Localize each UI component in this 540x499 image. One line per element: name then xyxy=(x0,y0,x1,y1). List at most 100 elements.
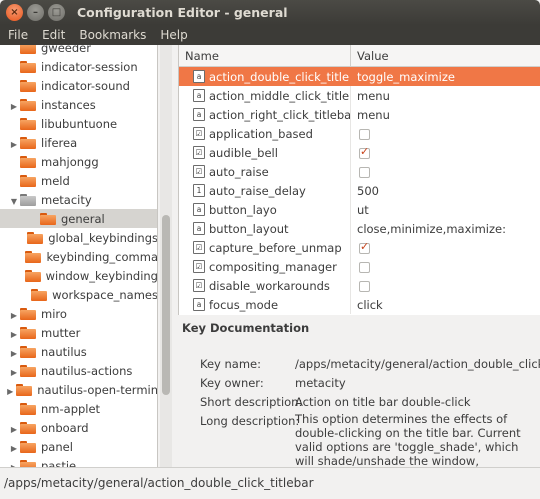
key-row[interactable]: ☑ application_based xyxy=(179,124,540,143)
key-name-text: auto_raise xyxy=(209,164,269,179)
tree-item[interactable]: ▼ metacity xyxy=(0,190,157,209)
key-row[interactable]: a focus_mode click xyxy=(179,295,540,314)
menu-bookmarks[interactable]: Bookmarks xyxy=(79,28,146,42)
tree-item[interactable]: indicator-sound xyxy=(0,76,157,95)
key-row[interactable]: a action_right_click_titlebar menu xyxy=(179,105,540,124)
tree-item[interactable]: ▶ onboard xyxy=(0,418,157,437)
tree-item[interactable]: global_keybindings xyxy=(0,228,157,247)
key-row[interactable]: a button_layout close,minimize,maximize: xyxy=(179,219,540,238)
tree-item[interactable]: window_keybinding xyxy=(0,266,157,285)
key-name-text: application_based xyxy=(209,126,313,141)
window-titlebar: × – □ Configuration Editor - general xyxy=(0,0,540,25)
tree-item[interactable]: meld xyxy=(0,171,157,190)
tree-item-label: meld xyxy=(41,173,70,188)
checkbox-unchecked[interactable] xyxy=(359,280,370,292)
checkbox-unchecked[interactable] xyxy=(359,166,370,178)
tree-item-label: nm-applet xyxy=(41,401,101,416)
expander-collapsed-icon[interactable]: ▶ xyxy=(8,140,20,149)
string-type-icon: a xyxy=(193,222,205,235)
tree-item[interactable]: indicator-session xyxy=(0,57,157,76)
tree-item[interactable]: ▶ nautilus xyxy=(0,342,157,361)
long-description-label: Long description: xyxy=(200,414,300,428)
key-value-cell[interactable]: menu xyxy=(351,89,390,103)
key-value-cell[interactable] xyxy=(351,127,370,141)
key-name-text: compositing_manager xyxy=(209,259,337,274)
tree-item[interactable]: ▶ pastie xyxy=(0,456,157,468)
expander-collapsed-icon[interactable]: ▶ xyxy=(4,387,16,396)
menu-file[interactable]: File xyxy=(8,28,28,42)
key-row[interactable]: ☑ auto_raise xyxy=(179,162,540,181)
key-value-cell[interactable]: 500 xyxy=(351,184,379,198)
key-value-cell[interactable]: menu xyxy=(351,108,390,122)
expander-collapsed-icon[interactable]: ▶ xyxy=(8,102,20,111)
window-maximize-button[interactable]: □ xyxy=(48,4,65,21)
expander-expanded-icon[interactable]: ▼ xyxy=(8,197,20,206)
expander-collapsed-icon[interactable]: ▶ xyxy=(8,444,20,453)
menu-edit[interactable]: Edit xyxy=(42,28,65,42)
minimize-icon: – xyxy=(33,7,38,18)
key-value-cell[interactable] xyxy=(351,279,370,293)
window-minimize-button[interactable]: – xyxy=(27,4,44,21)
key-row[interactable]: a action_middle_click_titlebarmenu xyxy=(179,86,540,105)
string-type-icon: a xyxy=(193,70,205,83)
tree-item[interactable]: ▶ mutter xyxy=(0,323,157,342)
key-value-cell[interactable]: click xyxy=(351,298,383,312)
key-value-cell[interactable]: toggle_maximize xyxy=(351,70,455,84)
tree-item[interactable]: libubuntuone xyxy=(0,114,157,133)
key-value-cell[interactable] xyxy=(351,260,370,274)
tree-item-label: mahjongg xyxy=(41,154,99,169)
folder-icon xyxy=(20,98,36,111)
tree-item[interactable]: mahjongg xyxy=(0,152,157,171)
checkbox-unchecked[interactable] xyxy=(359,261,370,273)
expander-collapsed-icon[interactable]: ▶ xyxy=(8,368,20,377)
tree-item[interactable]: ▶ panel xyxy=(0,437,157,456)
key-row[interactable]: 1 auto_raise_delay 500 xyxy=(179,181,540,200)
tree-item[interactable]: ▶ liferea xyxy=(0,133,157,152)
tree-item[interactable]: ▶ nautilus-actions xyxy=(0,361,157,380)
key-name-text: auto_raise_delay xyxy=(209,183,306,198)
integer-type-icon: 1 xyxy=(193,184,205,197)
folder-icon xyxy=(20,193,36,206)
expander-collapsed-icon[interactable]: ▶ xyxy=(8,349,20,358)
tree-item[interactable]: nm-applet xyxy=(0,399,157,418)
key-documentation-title: Key Documentation xyxy=(182,321,310,335)
key-list[interactable]: Name Value a action_double_click_titlebar… xyxy=(178,45,540,315)
key-row[interactable]: ☑ compositing_manager xyxy=(179,257,540,276)
key-row[interactable]: a button_layo ut xyxy=(179,200,540,219)
tree-item[interactable]: keybinding_comma xyxy=(0,247,157,266)
tree-item[interactable]: ▶ instances xyxy=(0,95,157,114)
tree-item-label: general xyxy=(61,211,105,226)
expander-collapsed-icon[interactable]: ▶ xyxy=(8,311,20,320)
column-header-value[interactable]: Value xyxy=(351,49,389,63)
expander-collapsed-icon[interactable]: ▶ xyxy=(8,425,20,434)
tree-item[interactable]: workspace_names xyxy=(0,285,157,304)
tree-item[interactable]: ▶ miro xyxy=(0,304,157,323)
tree-item-label: libubuntuone xyxy=(41,116,118,131)
boolean-type-icon: ☑ xyxy=(193,241,205,254)
expander-collapsed-icon[interactable]: ▶ xyxy=(8,330,20,339)
directory-tree[interactable]: gweeder indicator-session indicator-sound ▶… xyxy=(0,45,158,467)
key-value-cell[interactable] xyxy=(351,165,370,179)
key-row[interactable]: ☑ disable_workarounds xyxy=(179,276,540,295)
key-value-cell[interactable] xyxy=(351,241,370,255)
tree-item-label: pastie xyxy=(41,458,77,468)
tree-item-label: nautilus xyxy=(41,344,87,359)
key-value-cell[interactable] xyxy=(351,146,370,160)
column-header-name[interactable]: Name xyxy=(179,45,351,66)
tree-item[interactable]: gweeder xyxy=(0,45,157,57)
key-row[interactable]: a action_double_click_titlebartoggle_maxi… xyxy=(179,67,540,86)
menu-help[interactable]: Help xyxy=(160,28,187,42)
checkbox-checked[interactable] xyxy=(359,241,370,254)
tree-item[interactable]: ▶ nautilus-open-termin xyxy=(0,380,157,399)
key-row[interactable]: ☑ audible_bell xyxy=(179,143,540,162)
key-row[interactable]: ☑ capture_before_unmap xyxy=(179,238,540,257)
checkbox-checked[interactable] xyxy=(359,146,370,159)
tree-scrollbar-thumb[interactable] xyxy=(162,215,170,395)
key-value-cell[interactable]: ut xyxy=(351,203,369,217)
folder-icon xyxy=(31,288,48,301)
key-value-cell[interactable]: close,minimize,maximize: xyxy=(351,222,506,236)
tree-scrollbar[interactable] xyxy=(160,45,172,467)
checkbox-unchecked[interactable] xyxy=(359,128,370,140)
tree-item[interactable]: general xyxy=(0,209,157,228)
window-close-button[interactable]: × xyxy=(6,4,23,21)
